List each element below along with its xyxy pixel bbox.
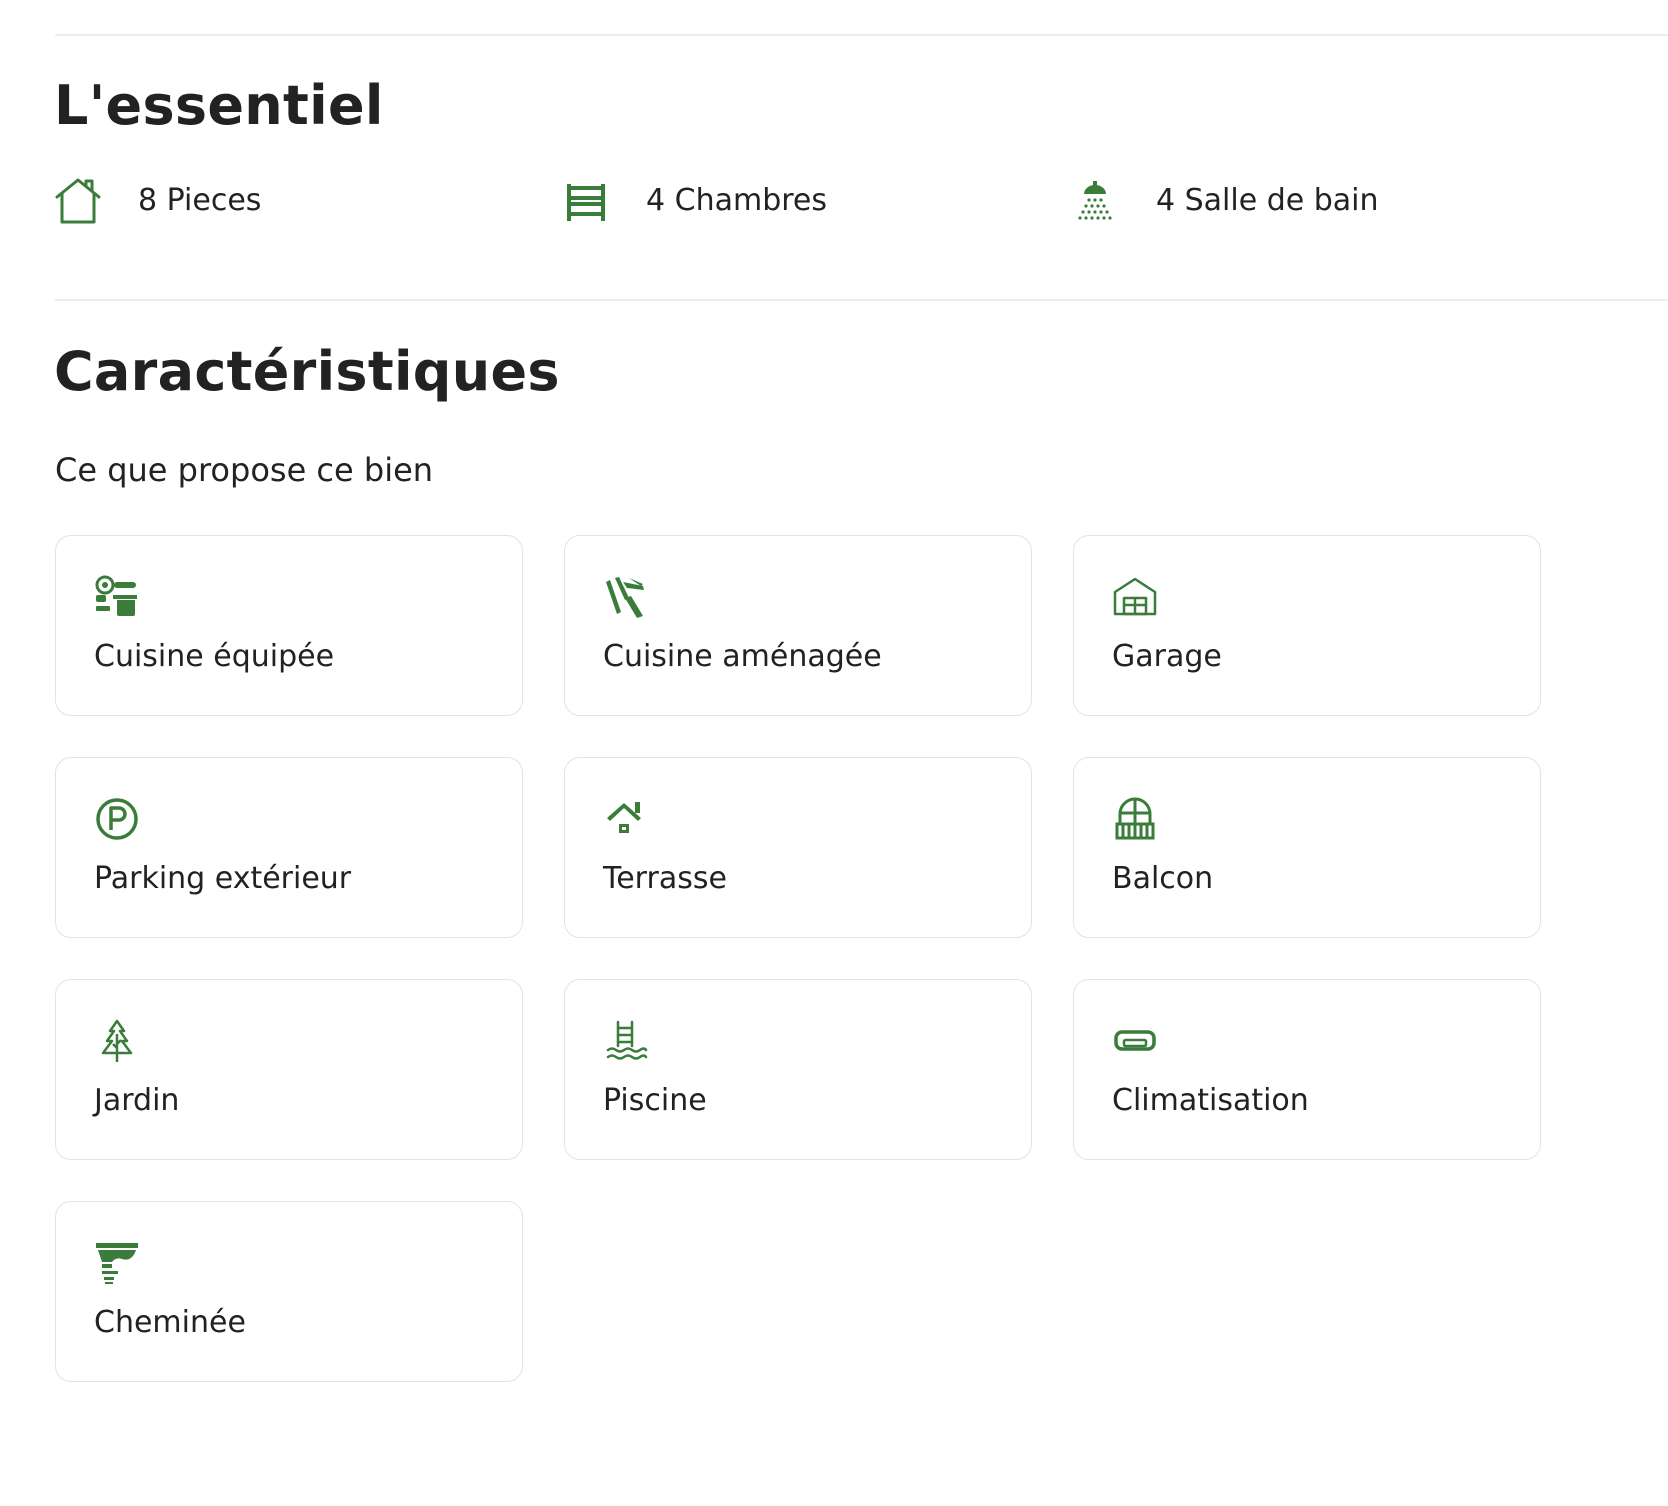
stat-bathrooms: 4 Salle de bain: [1070, 176, 1379, 226]
feature-card-jardin: Jardin: [55, 979, 523, 1160]
feature-label: Piscine: [603, 1083, 707, 1118]
section-divider-middle: [55, 299, 1668, 301]
feature-card-terrasse: Terrasse: [564, 757, 1032, 938]
air-conditioner-icon: [1112, 1018, 1158, 1064]
house-icon: [53, 176, 103, 226]
stat-bedrooms: 4 Chambres: [561, 176, 827, 226]
feature-card-piscine: Piscine: [564, 979, 1032, 1160]
feature-card-cuisine-equipee: Cuisine équipée: [55, 535, 523, 716]
feature-label: Balcon: [1112, 861, 1214, 896]
kitchen-appliances-icon: [94, 574, 140, 620]
stat-rooms: 8 Pieces: [53, 176, 261, 226]
feature-card-cuisine-amenagee: Cuisine aménagée: [564, 535, 1032, 716]
section-divider-top: [55, 34, 1668, 36]
stat-bathrooms-label: 4 Salle de bain: [1156, 183, 1379, 218]
stat-bedrooms-label: 4 Chambres: [646, 183, 827, 218]
stat-rooms-label: 8 Pieces: [138, 183, 262, 218]
parking-icon: [94, 796, 140, 842]
feature-label: Cheminée: [94, 1305, 246, 1340]
fireplace-icon: [94, 1240, 140, 1286]
caracteristiques-title: Caractéristiques: [54, 340, 560, 403]
feature-label: Jardin: [94, 1083, 180, 1118]
feature-card-climatisation: Climatisation: [1073, 979, 1541, 1160]
feature-card-parking: Parking extérieur: [55, 757, 523, 938]
feature-label: Cuisine équipée: [94, 639, 335, 674]
feature-label: Garage: [1112, 639, 1222, 674]
pool-ladder-icon: [603, 1018, 649, 1064]
tree-icon: [94, 1018, 140, 1064]
feature-label: Terrasse: [603, 861, 727, 896]
essentiel-title: L'essentiel: [54, 74, 384, 137]
feature-label: Parking extérieur: [94, 861, 352, 896]
balcony-icon: [1112, 796, 1158, 842]
feature-label: Cuisine aménagée: [603, 639, 882, 674]
feature-card-balcon: Balcon: [1073, 757, 1541, 938]
bed-icon: [561, 176, 611, 226]
feature-label: Climatisation: [1112, 1083, 1309, 1118]
roof-terrace-icon: [603, 796, 649, 842]
shower-icon: [1070, 176, 1120, 226]
feature-card-cheminee: Cheminée: [55, 1201, 523, 1382]
feature-card-garage: Garage: [1073, 535, 1541, 716]
kitchen-utensils-icon: [603, 574, 649, 620]
garage-icon: [1112, 574, 1158, 620]
caracteristiques-subtitle: Ce que propose ce bien: [55, 451, 434, 489]
